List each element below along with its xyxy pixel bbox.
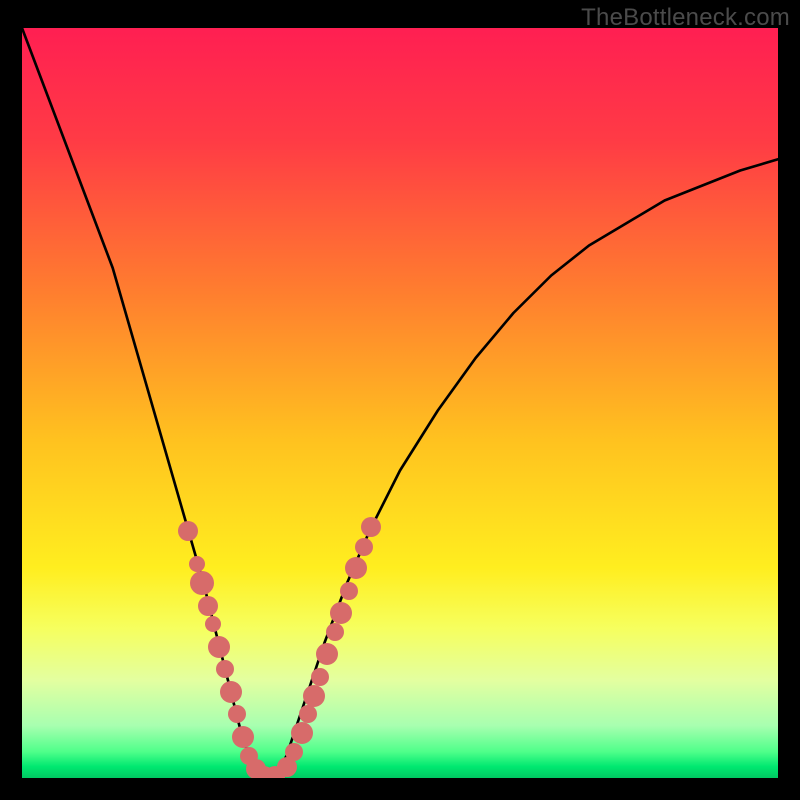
highlight-marker [345, 557, 367, 579]
highlight-marker [216, 660, 234, 678]
curve-path [22, 28, 778, 778]
highlight-marker [208, 636, 230, 658]
highlight-marker [326, 623, 344, 641]
chart-frame: TheBottleneck.com [0, 0, 800, 800]
highlight-marker [178, 521, 198, 541]
highlight-marker [330, 602, 352, 624]
highlight-marker [299, 705, 317, 723]
highlight-marker [291, 722, 313, 744]
highlight-marker [311, 668, 329, 686]
highlight-marker [355, 538, 373, 556]
plot-area [22, 28, 778, 778]
bottleneck-curve [22, 28, 778, 778]
highlight-marker [228, 705, 246, 723]
highlight-marker [220, 681, 242, 703]
highlight-marker [232, 726, 254, 748]
highlight-marker [340, 582, 358, 600]
highlight-marker [198, 596, 218, 616]
highlight-marker [205, 616, 221, 632]
highlight-marker [285, 743, 303, 761]
highlight-marker [189, 556, 205, 572]
watermark-text: TheBottleneck.com [581, 4, 790, 32]
highlight-marker [316, 643, 338, 665]
highlight-marker [361, 517, 381, 537]
highlight-marker [190, 571, 214, 595]
highlight-marker [303, 685, 325, 707]
